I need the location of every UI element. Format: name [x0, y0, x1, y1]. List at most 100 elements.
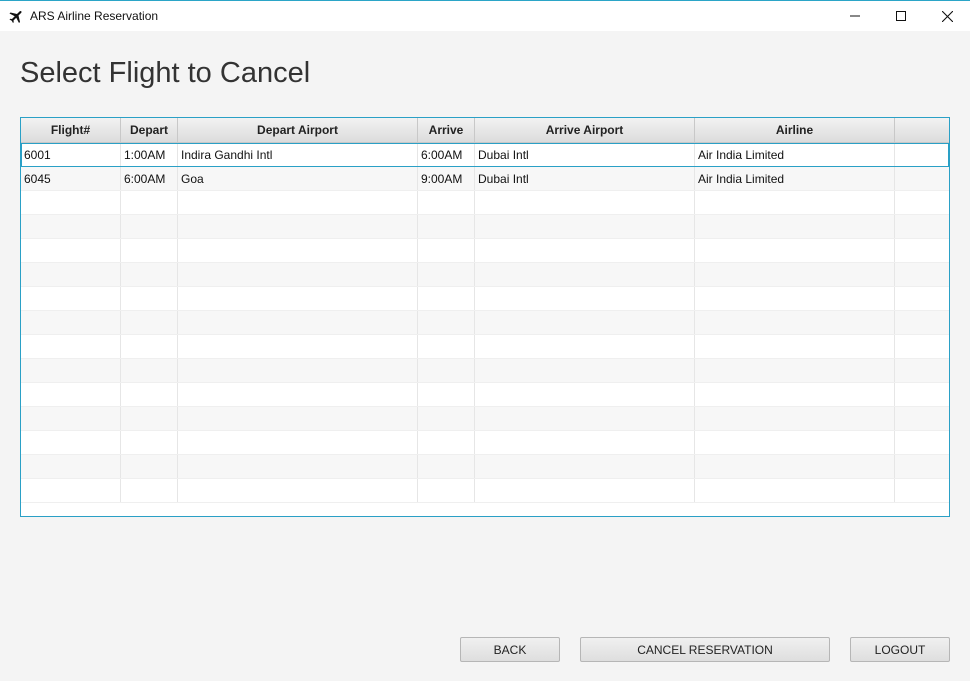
empty-table-row [21, 479, 949, 503]
cell-flight [21, 287, 121, 310]
cell-depart-airport [178, 335, 418, 358]
column-header-depart[interactable]: Depart [121, 118, 178, 142]
cell-filler [895, 407, 949, 430]
cell-arrive-airport [475, 431, 695, 454]
cell-arrive [418, 287, 475, 310]
column-header-arrive[interactable]: Arrive [418, 118, 475, 142]
cell-depart-airport: Goa [178, 167, 418, 190]
cell-arrive [418, 191, 475, 214]
cell-depart [121, 287, 178, 310]
cell-flight: 6001 [21, 143, 121, 166]
cell-filler [895, 143, 949, 166]
minimize-button[interactable] [832, 1, 878, 31]
cell-depart-airport [178, 191, 418, 214]
empty-table-row [21, 431, 949, 455]
cell-depart [121, 335, 178, 358]
cell-filler [895, 191, 949, 214]
cell-airline [695, 311, 895, 334]
cell-flight [21, 311, 121, 334]
cell-arrive [418, 239, 475, 262]
cell-airline [695, 359, 895, 382]
maximize-button[interactable] [878, 1, 924, 31]
table-row[interactable]: 6001 1:00AM Indira Gandhi Intl 6:00AM Dubai … [21, 143, 949, 167]
cell-filler [895, 455, 949, 478]
cell-arrive-airport [475, 191, 695, 214]
cell-depart-airport [178, 239, 418, 262]
cell-filler [895, 311, 949, 334]
cell-filler [895, 287, 949, 310]
logout-button[interactable]: LOGOUT [850, 637, 950, 662]
close-icon [941, 10, 953, 22]
cell-arrive [418, 215, 475, 238]
cell-flight [21, 335, 121, 358]
column-header-depart-airport[interactable]: Depart Airport [178, 118, 418, 142]
column-header-flight[interactable]: Flight# [21, 118, 121, 142]
cell-arrive-airport [475, 407, 695, 430]
cell-arrive-airport: Dubai Intl [475, 143, 695, 166]
cell-depart [121, 263, 178, 286]
empty-table-row [21, 359, 949, 383]
empty-table-row [21, 287, 949, 311]
cell-depart: 1:00AM [121, 143, 178, 166]
cancel-reservation-button[interactable]: CANCEL RESERVATION [580, 637, 830, 662]
cell-flight [21, 359, 121, 382]
cell-airline [695, 287, 895, 310]
cell-arrive: 9:00AM [418, 167, 475, 190]
column-header-airline[interactable]: Airline [695, 118, 895, 142]
cell-airline [695, 191, 895, 214]
cell-flight [21, 431, 121, 454]
cell-depart [121, 455, 178, 478]
cell-depart [121, 191, 178, 214]
cell-airline [695, 239, 895, 262]
app-window: ARS Airline Reservation Select Flight to… [0, 0, 970, 681]
flights-table[interactable]: Flight# Depart Depart Airport Arrive Arr… [20, 117, 950, 517]
window-title: ARS Airline Reservation [30, 9, 159, 23]
cell-arrive-airport [475, 455, 695, 478]
maximize-icon [896, 11, 906, 21]
cell-flight [21, 215, 121, 238]
cell-arrive-airport [475, 335, 695, 358]
cell-arrive-airport [475, 479, 695, 502]
table-header: Flight# Depart Depart Airport Arrive Arr… [21, 118, 949, 143]
cell-depart-airport [178, 479, 418, 502]
cell-depart-airport [178, 359, 418, 382]
cell-airline: Air India Limited [695, 167, 895, 190]
cell-depart [121, 215, 178, 238]
cell-filler [895, 263, 949, 286]
cell-filler [895, 383, 949, 406]
cell-flight [21, 191, 121, 214]
cell-depart [121, 479, 178, 502]
cell-depart [121, 311, 178, 334]
cell-arrive-airport [475, 263, 695, 286]
cell-filler [895, 215, 949, 238]
empty-table-row [21, 407, 949, 431]
back-button[interactable]: BACK [460, 637, 560, 662]
cell-airline: Air India Limited [695, 143, 895, 166]
cell-depart-airport [178, 215, 418, 238]
cell-depart-airport [178, 263, 418, 286]
cell-arrive [418, 311, 475, 334]
cell-depart [121, 407, 178, 430]
cell-depart-airport [178, 383, 418, 406]
cell-airline [695, 383, 895, 406]
cell-arrive [418, 383, 475, 406]
close-button[interactable] [924, 1, 970, 31]
table-body: 6001 1:00AM Indira Gandhi Intl 6:00AM Dubai … [21, 143, 949, 503]
minimize-icon [850, 15, 860, 17]
cell-arrive-airport [475, 215, 695, 238]
cell-flight: 6045 [21, 167, 121, 190]
cell-depart [121, 431, 178, 454]
cell-arrive [418, 359, 475, 382]
cell-airline [695, 335, 895, 358]
table-row[interactable]: 6045 6:00AM Goa 9:00AM Dubai Intl Air India L… [21, 167, 949, 191]
cell-flight [21, 479, 121, 502]
column-header-arrive-airport[interactable]: Arrive Airport [475, 118, 695, 142]
cell-flight [21, 383, 121, 406]
cell-flight [21, 263, 121, 286]
title-bar: ARS Airline Reservation [0, 1, 970, 31]
cell-depart: 6:00AM [121, 167, 178, 190]
cell-depart-airport [178, 455, 418, 478]
cell-arrive [418, 431, 475, 454]
cell-arrive-airport [475, 287, 695, 310]
cell-filler [895, 239, 949, 262]
